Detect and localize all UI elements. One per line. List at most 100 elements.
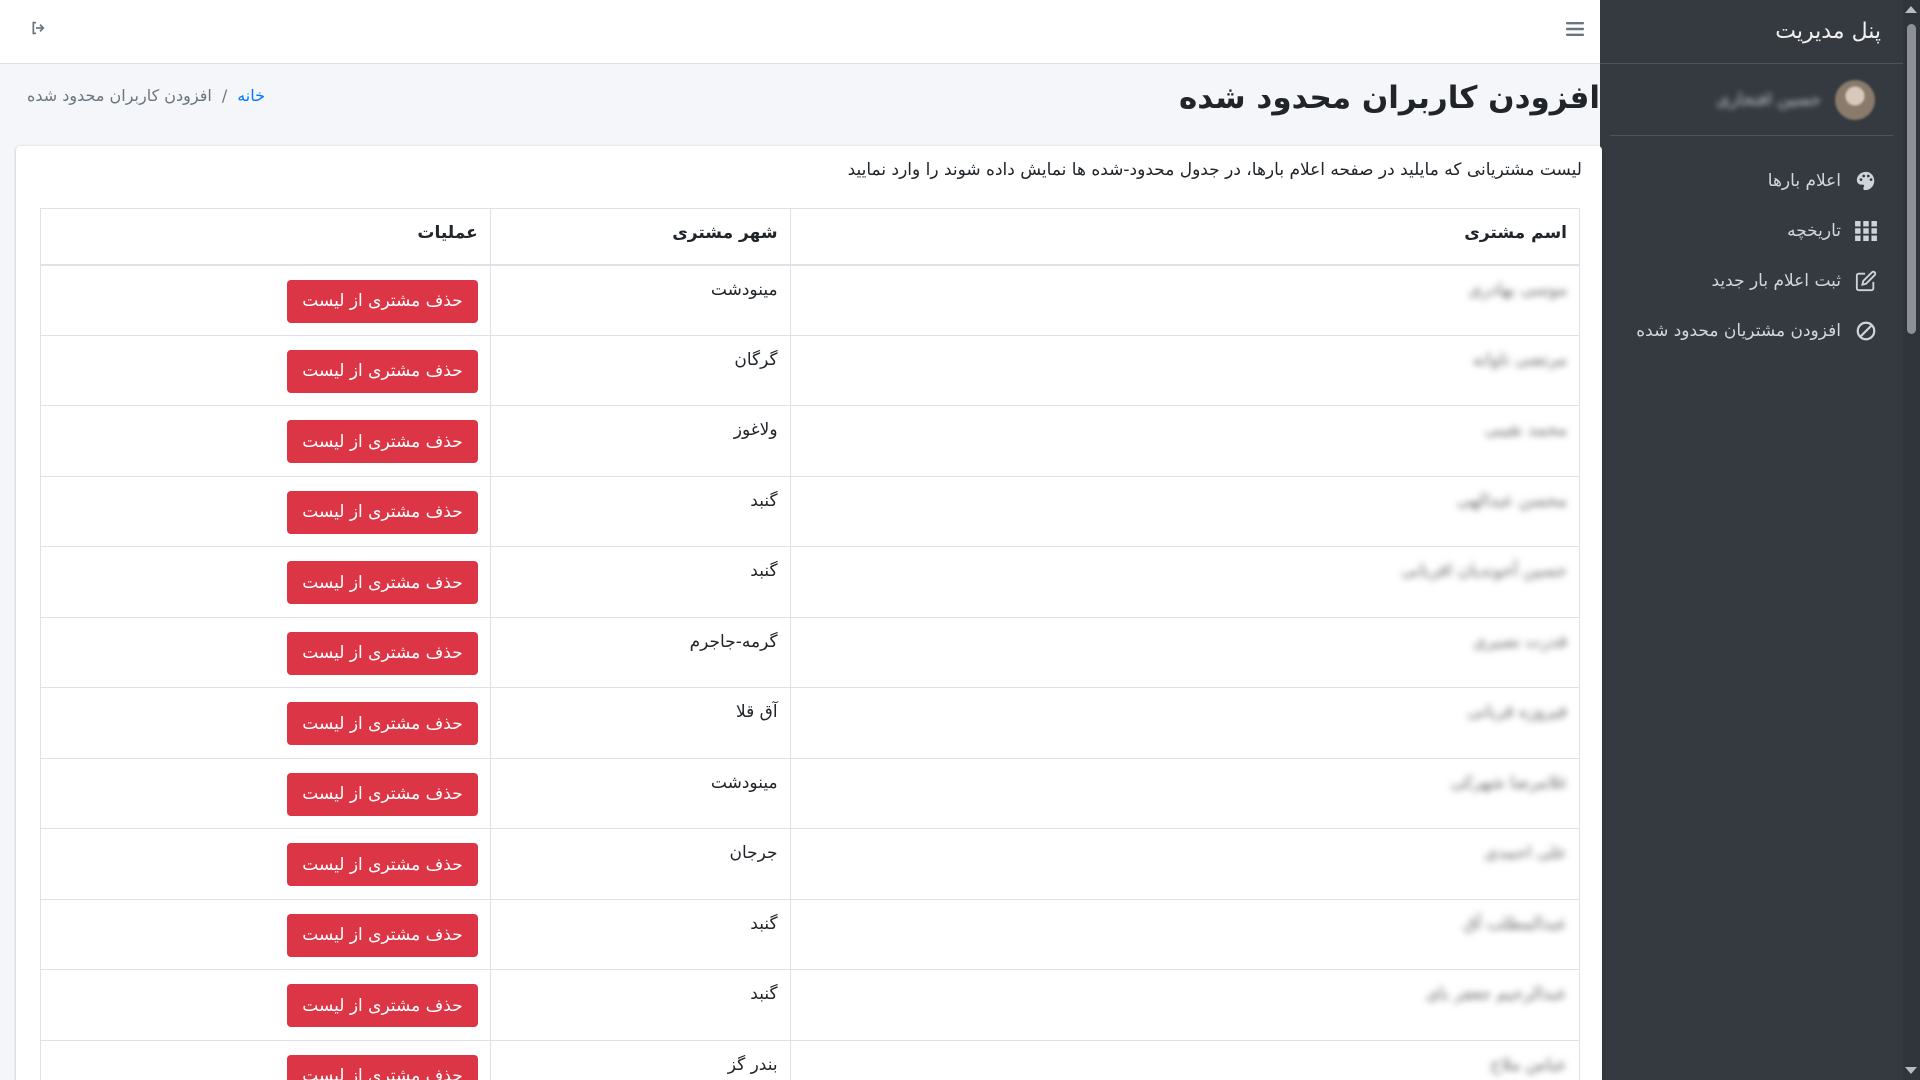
palette-icon [1853,168,1879,194]
operations-cell: حذف مشتری از لیست [40,264,491,336]
delete-customer-button[interactable]: حذف مشتری از لیست [287,490,478,534]
customer-city-cell: گرمه-جاجرم [489,616,791,688]
main-content: افزودن کاربران محدود شده خانه / افزودن ک… [0,64,1620,1080]
sidebar-item-new-announcement[interactable]: ثبت اعلام بار جدید [1600,256,1903,306]
operations-cell: حذف مشتری از لیست [40,1039,491,1080]
customer-name-cell: غلامرضا شهرکی [789,757,1581,829]
operations-cell: حذف مشتری از لیست [40,475,491,547]
delete-customer-button[interactable]: حذف مشتری از لیست [287,702,478,745]
customer-name-cell: عبدالرحیم جعفر بای [789,969,1581,1041]
brand-title[interactable]: پنل مدیریت [1600,0,1903,64]
edit-icon [1853,268,1879,294]
user-name[interactable]: حسین افتخاری [1716,90,1821,110]
customer-name-cell: فیروزه قربانی [789,687,1581,759]
delete-customer-button[interactable]: حذف مشتری از لیست [287,631,478,675]
table-row: عبدالمطلب آق گنبد حذف مشتری از لیست [40,898,1581,970]
table-row: قدرت نصیری گرمه-جاجرم حذف مشتری از لیست [40,616,1581,688]
table-row: علی احمدی جرجان حذف مشتری از لیست [40,828,1581,900]
delete-customer-button[interactable]: حذف مشتری از لیست [287,561,478,604]
sidebar-item-label: اعلام بارها [1767,171,1841,191]
customer-city-cell: گنبد [489,969,791,1041]
breadcrumb: خانه / افزودن کاربران محدود شده [27,86,265,105]
customer-name-cell: حسین آخوندیان اقربانی [789,546,1581,618]
grid-icon [1853,218,1879,244]
delete-customer-button[interactable]: حذف مشتری از لیست [287,349,478,393]
table-row: غلامرضا شهرکی مینودشت حذف مشتری از لیست [40,757,1581,829]
scroll-down-arrow-icon[interactable] [1905,1067,1917,1074]
sidebar: پنل مدیریت حسین افتخاری اعلام بارها تاری… [1600,0,1903,1080]
logout-icon[interactable] [24,20,46,42]
customer-city-cell: گرگان [489,334,791,406]
sidebar-item-label: ثبت اعلام بار جدید [1711,271,1841,291]
breadcrumb-separator: / [221,86,228,105]
avatar[interactable] [1835,79,1875,120]
card-description: لیست مشتریانی که مایلید در صفحه اعلام با… [847,160,1582,180]
delete-customer-button[interactable]: حذف مشتری از لیست [287,420,478,463]
customer-city-cell: گنبد [489,475,791,547]
delete-customer-button[interactable]: حذف مشتری از لیست [287,913,478,957]
customer-name-cell: عبدالمطلب آق [789,898,1581,970]
customer-name-cell: محمد نقیبی [789,405,1581,477]
table-row: محمد نقیبی ولاغوز حذف مشتری از لیست [40,405,1581,477]
table-row: فیروزه قربانی آق قلا حذف مشتری از لیست [40,687,1581,759]
hamburger-menu-icon[interactable] [1560,20,1584,44]
scroll-up-arrow-icon[interactable] [1905,6,1917,13]
operations-cell: حذف مشتری از لیست [40,405,491,477]
delete-customer-button[interactable]: حذف مشتری از لیست [287,843,478,886]
user-panel[interactable]: حسین افتخاری [1610,64,1893,136]
header-customer-city: شهر مشتری [489,208,791,266]
customer-city-cell: مینودشت [489,264,791,336]
operations-cell: حذف مشتری از لیست [40,687,491,759]
customer-city-cell: بندر گز [489,1039,791,1080]
sidebar-item-label: افزودن مشتریان محدود شده [1636,321,1841,341]
header-customer-name: اسم مشتری [789,208,1581,266]
restricted-customers-table: اسم مشتری شهر مشتری عملیات موسی بهادری م… [40,208,1581,1080]
operations-cell: حذف مشتری از لیست [40,616,491,688]
sidebar-item-history[interactable]: تاریخچه [1600,206,1903,256]
sidebar-item-label: تاریخچه [1787,221,1841,241]
delete-customer-button[interactable]: حذف مشتری از لیست [287,1054,478,1080]
customer-city-cell: مینودشت [489,757,791,829]
customer-city-cell: ولاغوز [489,405,791,477]
restricted-customers-card: لیست مشتریانی که مایلید در صفحه اعلام با… [16,146,1602,1080]
scroll-thumb[interactable] [1907,24,1916,334]
operations-cell: حذف مشتری از لیست [40,828,491,900]
table-row: عباس ملاح بندر گز حذف مشتری از لیست [40,1039,1581,1080]
operations-cell: حذف مشتری از لیست [40,334,491,406]
customer-name-cell: موسی بهادری [789,264,1581,336]
operations-cell: حذف مشتری از لیست [40,757,491,829]
customer-name-cell: قدرت نصیری [789,616,1581,688]
operations-cell: حذف مشتری از لیست [40,969,491,1041]
delete-customer-button[interactable]: حذف مشتری از لیست [287,772,478,816]
table-row: موسی بهادری مینودشت حذف مشتری از لیست [40,264,1581,336]
top-navbar [0,0,1600,64]
customer-city-cell: گنبد [489,898,791,970]
customer-name-cell: محسن عبدالهی [789,475,1581,547]
table-header-row: اسم مشتری شهر مشتری عملیات [40,208,1581,266]
table-row: حسین آخوندیان اقربانی گنبد حذف مشتری از … [40,546,1581,618]
operations-cell: حذف مشتری از لیست [40,898,491,970]
customer-city-cell: آق قلا [489,687,791,759]
sidebar-item-restricted-customers[interactable]: افزودن مشتریان محدود شده [1600,306,1903,356]
table-body: موسی بهادری مینودشت حذف مشتری از لیست مر… [40,264,1581,1080]
table-row: مرتضی تاوانه گرگان حذف مشتری از لیست [40,334,1581,406]
ban-icon [1853,318,1879,344]
customer-name-cell: عباس ملاح [789,1039,1581,1080]
customer-name-cell: علی احمدی [789,828,1581,900]
breadcrumb-current: افزودن کاربران محدود شده [27,86,212,105]
table-row: عبدالرحیم جعفر بای گنبد حذف مشتری از لیس… [40,969,1581,1041]
customer-name-cell: مرتضی تاوانه [789,334,1581,406]
page-scrollbar[interactable] [1903,0,1920,1080]
breadcrumb-home-link[interactable]: خانه [237,86,265,105]
app: پنل مدیریت حسین افتخاری اعلام بارها تاری… [0,0,1920,1080]
sidebar-item-announcements[interactable]: اعلام بارها [1600,156,1903,206]
customer-city-cell: گنبد [489,546,791,618]
operations-cell: حذف مشتری از لیست [40,546,491,618]
sidebar-nav: اعلام بارها تاریخچه ثبت اعلام بار جدید ا… [1600,156,1903,356]
delete-customer-button[interactable]: حذف مشتری از لیست [287,984,478,1027]
customer-city-cell: جرجان [489,828,791,900]
header-operations: عملیات [40,208,491,266]
page-title: افزودن کاربران محدود شده [1178,80,1600,116]
delete-customer-button[interactable]: حذف مشتری از لیست [287,279,478,323]
table-row: محسن عبدالهی گنبد حذف مشتری از لیست [40,475,1581,547]
